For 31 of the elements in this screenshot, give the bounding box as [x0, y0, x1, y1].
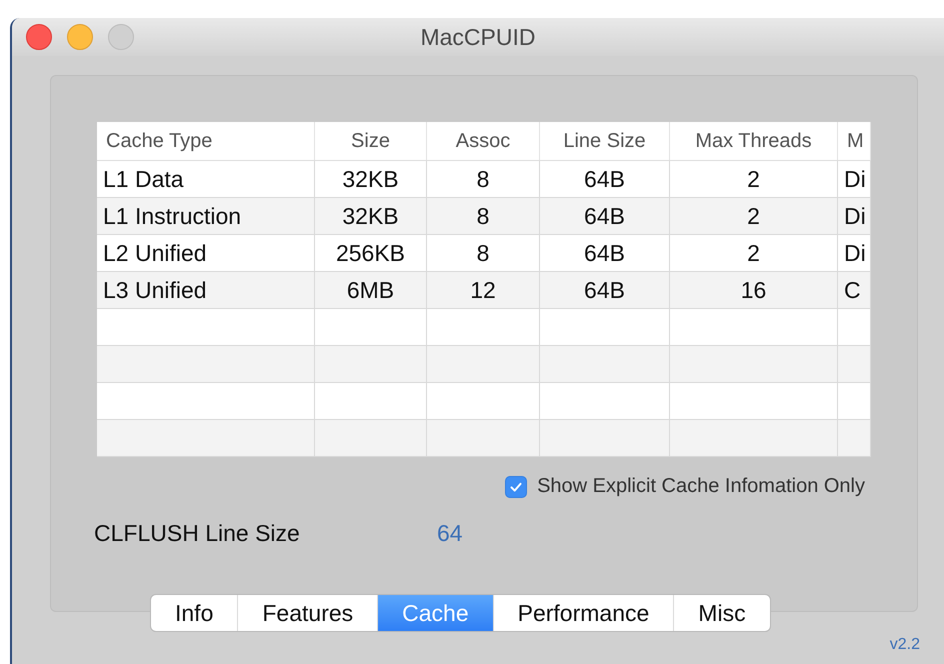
table-cell: 32KB — [315, 198, 427, 235]
table-cell: L1 Instruction — [97, 198, 315, 235]
checkbox-label[interactable]: Show Explicit Cache Infomation Only — [537, 475, 865, 498]
table-cell: 64B — [540, 272, 670, 309]
version-label: v2.2 — [890, 636, 920, 654]
clflush-value: 64 — [437, 520, 463, 547]
empty-cell — [838, 420, 871, 457]
column-header[interactable]: Max Threads — [670, 122, 838, 160]
table-cell: C — [838, 272, 871, 309]
column-header[interactable]: Cache Type — [97, 122, 315, 160]
table-cell: Di — [838, 198, 871, 235]
column-header[interactable]: Assoc — [427, 122, 540, 160]
empty-cell — [838, 346, 871, 383]
table-cell: 16 — [670, 272, 838, 309]
table-cell: 12 — [427, 272, 540, 309]
close-button[interactable] — [26, 24, 52, 50]
tab[interactable]: Info — [151, 595, 238, 631]
column-header[interactable]: Size — [315, 122, 427, 160]
window-title: MacCPUID — [420, 24, 536, 50]
table-cell: 2 — [670, 198, 838, 235]
table-cell: L3 Unified — [97, 272, 315, 309]
tab[interactable]: Performance — [494, 595, 674, 631]
table-cell: 64B — [540, 198, 670, 235]
clflush-label: CLFLUSH Line Size — [94, 520, 301, 547]
column-header[interactable]: Line Size — [540, 122, 670, 160]
table-cell: 8 — [427, 198, 540, 235]
table-cell: 6MB — [315, 272, 427, 309]
column-header[interactable]: M — [838, 122, 871, 160]
tab[interactable]: Misc — [674, 595, 770, 631]
checkbox[interactable] — [505, 476, 528, 498]
minimize-button[interactable] — [67, 24, 93, 50]
